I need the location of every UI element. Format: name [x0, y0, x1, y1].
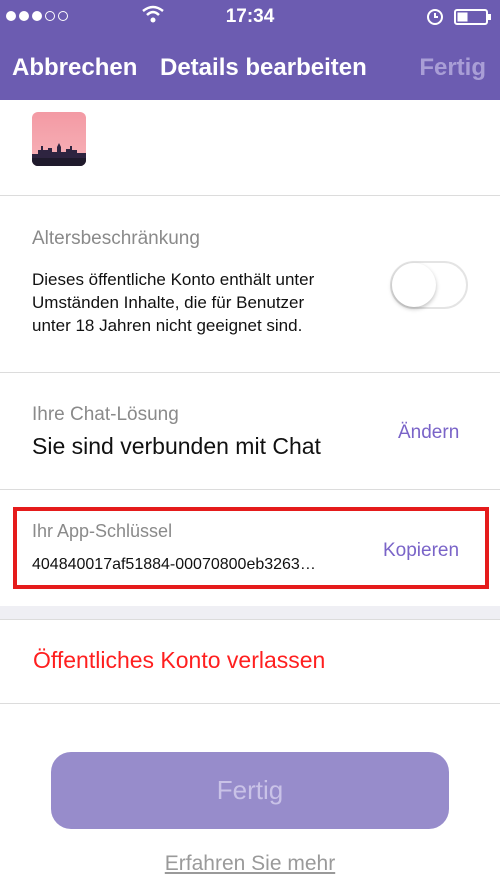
age-restriction-title: Altersbeschränkung: [32, 228, 200, 249]
battery-icon: [454, 9, 491, 25]
nav-bar: Abbrechen Details bearbeiten Fertig: [0, 36, 500, 100]
cancel-button[interactable]: Abbrechen: [12, 54, 137, 82]
section-separator: [0, 606, 500, 620]
age-restriction-toggle[interactable]: [390, 261, 468, 309]
status-bar: 17:34: [0, 0, 500, 36]
chat-solution-label: Ihre Chat-Lösung: [32, 404, 179, 425]
chat-solution-value: Sie sind verbunden mit Chat: [32, 433, 321, 459]
divider: [0, 195, 500, 196]
leave-account-button[interactable]: Öffentliches Konto verlassen: [33, 647, 325, 674]
learn-more-link[interactable]: Erfahren Sie mehr: [0, 852, 500, 876]
done-button[interactable]: Fertig: [51, 752, 449, 829]
toggle-knob: [392, 263, 436, 307]
page-title: Details bearbeiten: [160, 54, 367, 81]
divider: [0, 489, 500, 490]
done-nav-button[interactable]: Fertig: [419, 54, 486, 82]
alarm-icon: [427, 9, 443, 25]
change-chat-button[interactable]: Ändern: [398, 422, 459, 444]
highlight-box: [13, 507, 489, 589]
divider: [0, 372, 500, 373]
header: 17:34 Abbrechen Details bearbeiten Ferti…: [0, 0, 500, 100]
account-avatar[interactable]: [32, 112, 86, 166]
city-skyline-image: [32, 143, 86, 166]
status-time: 17:34: [225, 6, 275, 27]
age-restriction-description: Dieses öffentliche Konto enthält unter U…: [32, 270, 315, 335]
divider: [0, 703, 500, 704]
